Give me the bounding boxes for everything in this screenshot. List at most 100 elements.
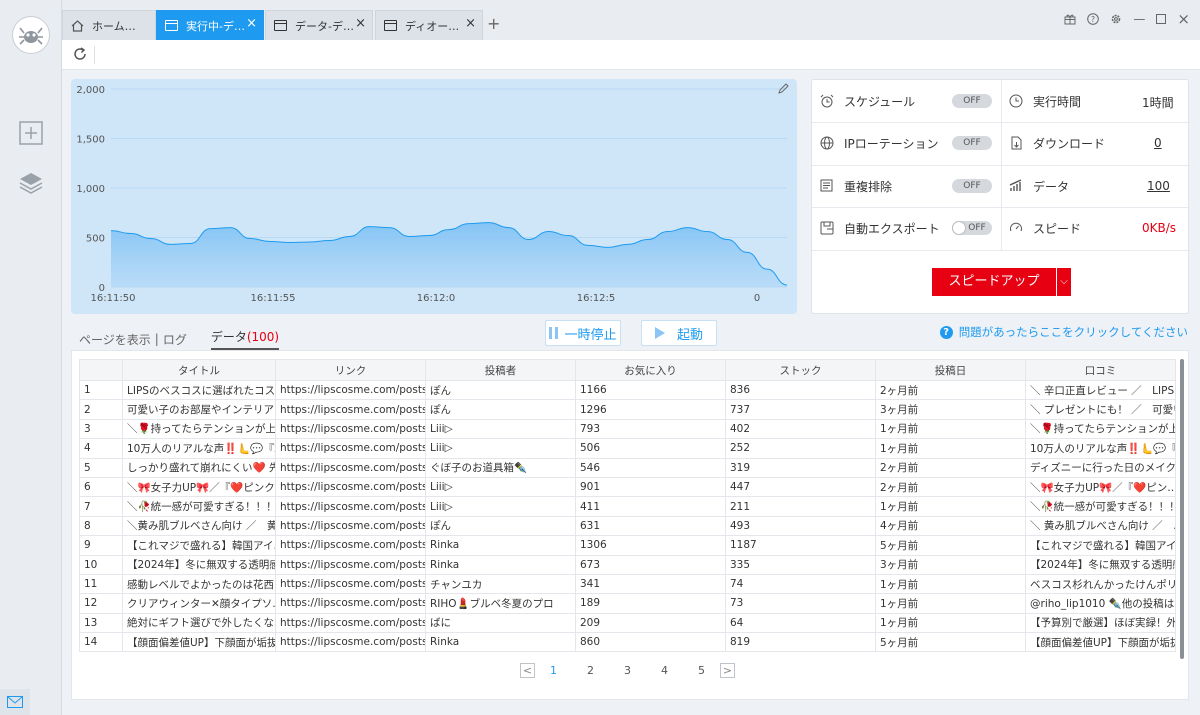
speedometer-icon [1010,222,1022,232]
table-cell: ＼ プレゼントにも！ ／ 可愛い… [1025,399,1176,420]
edit-icon[interactable] [778,83,789,94]
new-task-icon[interactable] [18,120,44,146]
speed-up-dropdown-chevron-down-icon[interactable]: ⌵ [1057,268,1071,296]
add-tab-icon[interactable]: + [487,14,500,33]
table-cell: 447 [725,476,876,498]
schedule-row: スケジュール [820,80,915,122]
table-row[interactable]: 10 【2024年】冬に無双する透明感… https://lipscosme.com… [79,554,1176,575]
table-row[interactable]: 4 10万人のリアルな声‼️🫷💬『2… https://lipscosme.com/… [79,438,1176,459]
table-cell: 感動レベルでよかったのは花西… [122,573,276,595]
pause-icon [549,327,559,339]
divider [812,250,1190,251]
tab-show-page[interactable]: ページを表示 [79,331,151,348]
maximize-icon[interactable] [1156,14,1167,24]
column-header[interactable]: お気に入り [575,359,726,381]
table-cell: 1ヶ月前 [875,438,1026,459]
table-cell: 2ヶ月前 [875,457,1026,478]
toggle-label: OFF [963,181,981,191]
start-button[interactable]: 起動 [641,320,717,346]
table-body: 1 LIPSのベスコスに選ばれたコス… https://lipscosme.com/… [79,379,1176,653]
column-header[interactable]: ストック [725,359,876,381]
table-row[interactable]: 12 クリアウィンター✕顔タイプソ… https://lipscosme.com/p… [79,593,1176,614]
column-header[interactable]: リンク [275,359,426,381]
auto-export-toggle[interactable]: OFF [952,221,992,235]
tab-bar: ホーム… 実行中-デ… × データ-デ… × ディオー… × + ? — × [62,0,1200,40]
tab-log[interactable]: ログ [163,331,187,348]
close-window-icon[interactable]: × [1177,10,1190,28]
table-row[interactable]: 9 【これマジで盛れる】韓国アイ… https://lipscosme.com/po… [79,535,1176,556]
table-cell: Liii▷ [425,418,576,440]
download-value[interactable]: 0 [1154,136,1162,150]
table-cell: ＼ 黄み肌ブルべさん向け ／ … [1025,515,1176,537]
minimize-icon[interactable]: — [1133,12,1145,26]
tab-home[interactable]: ホーム… [62,10,156,40]
help-link[interactable]: ? 問題があったらここをクリックしてください [939,324,1188,340]
table-cell: ぽん [425,399,576,420]
table-row[interactable]: 3 ＼🌹持ってたらテンションが上… https://lipscosme.com/po… [79,418,1176,440]
tab-data[interactable]: データ-デ… × [265,10,373,40]
question-icon: ? [939,325,953,339]
toggle-label: OFF [963,96,981,106]
table-cell: 402 [725,418,876,440]
play-icon [654,327,665,339]
layers-icon[interactable] [18,170,44,196]
schedule-toggle[interactable]: OFF [952,94,992,108]
data-table: タイトル リンク 投稿者 お気に入り ストック 投稿日 口コミ 1 LIPSのベスコスに選ばれ… [79,359,1176,653]
pause-button[interactable]: 一時停止 [545,320,621,346]
close-tab-icon[interactable]: × [246,17,257,31]
table-cell: 1 [79,379,123,401]
prev-page-button[interactable]: < [520,663,535,678]
page-4[interactable]: 4 [646,664,683,677]
tab-dior[interactable]: ディオー… × [375,10,483,40]
svg-text:?: ? [1091,15,1095,24]
table-cell: 737 [725,399,876,420]
page-1[interactable]: 1 [535,664,572,677]
vertical-scrollbar[interactable] [1180,359,1184,659]
column-header[interactable]: タイトル [122,359,276,381]
tab-running[interactable]: 実行中-デ… × [156,10,264,40]
speed-up-button[interactable]: スピードアップ [932,268,1056,296]
pagination: < 1 2 3 4 5 > [520,663,735,678]
settings-icon[interactable] [1110,13,1122,25]
ip-rotation-row: IPローテーション [820,122,939,164]
table-cell: 11 [79,573,123,595]
column-header[interactable] [79,359,123,381]
table-row[interactable]: 6 ＼🎀女子力UP🎀／『❤️ピンク… https://lipscosme.com/p… [79,476,1176,498]
table-cell: ベスコス杉れんかったけんポリ… [1025,573,1176,595]
toggle-label: OFF [963,138,981,148]
table-cell: https://lipscosme.com/posts/695… [275,399,426,420]
page-3[interactable]: 3 [609,664,646,677]
table-row[interactable]: 11 感動レベルでよかったのは花西… https://lipscosme.com/p… [79,573,1176,595]
page-5[interactable]: 5 [683,664,720,677]
table-cell: 5 [79,457,123,478]
export-icon [820,221,834,235]
column-header[interactable]: 口コミ [1025,359,1176,381]
mail-button[interactable] [0,689,30,715]
next-page-button[interactable]: > [720,663,735,678]
ip-rotation-toggle[interactable]: OFF [952,136,992,150]
column-header[interactable]: 投稿日 [875,359,1026,381]
table-cell: Rinka [425,554,576,575]
table-row[interactable]: 5 しっかり盛れて崩れにくい❤️ 先… https://lipscosme.com/… [79,457,1176,478]
table-row[interactable]: 1 LIPSのベスコスに選ばれたコス… https://lipscosme.com/… [79,379,1176,401]
window-icon [384,20,397,31]
refresh-icon[interactable] [72,46,88,62]
table-cell: 493 [725,515,876,537]
help-icon[interactable]: ? [1087,13,1100,25]
close-tab-icon[interactable]: × [465,17,476,31]
table-cell: Liii▷ [425,476,576,498]
app-logo [12,16,50,54]
table-cell: 1ヶ月前 [875,496,1026,517]
close-tab-icon[interactable]: × [355,17,366,31]
table-row[interactable]: 7 ＼🥀統一感が可愛すぎる！！！… https://lipscosme.com/po… [79,496,1176,517]
table-row[interactable]: 13 絶対にギフト選びで外したくな… https://lipscosme.com/p… [79,612,1176,634]
table-row[interactable]: 14 【顔面偏差値UP】下顔面が垢抜… https://lipscosme.com/… [79,632,1176,653]
page-2[interactable]: 2 [572,664,609,677]
table-row[interactable]: 2 可愛い子のお部屋やインテリア… https://lipscosme.com/po… [79,399,1176,420]
gift-icon[interactable] [1064,13,1076,25]
dedup-toggle[interactable]: OFF [952,179,992,193]
table-row[interactable]: 8 ＼黄み肌ブルベさん向け ／ 黄… https://lipscosme.com/p… [79,515,1176,537]
tab-data-view[interactable]: データ(100) [210,328,280,350]
data-count-value[interactable]: 100 [1147,179,1170,193]
column-header[interactable]: 投稿者 [425,359,576,381]
